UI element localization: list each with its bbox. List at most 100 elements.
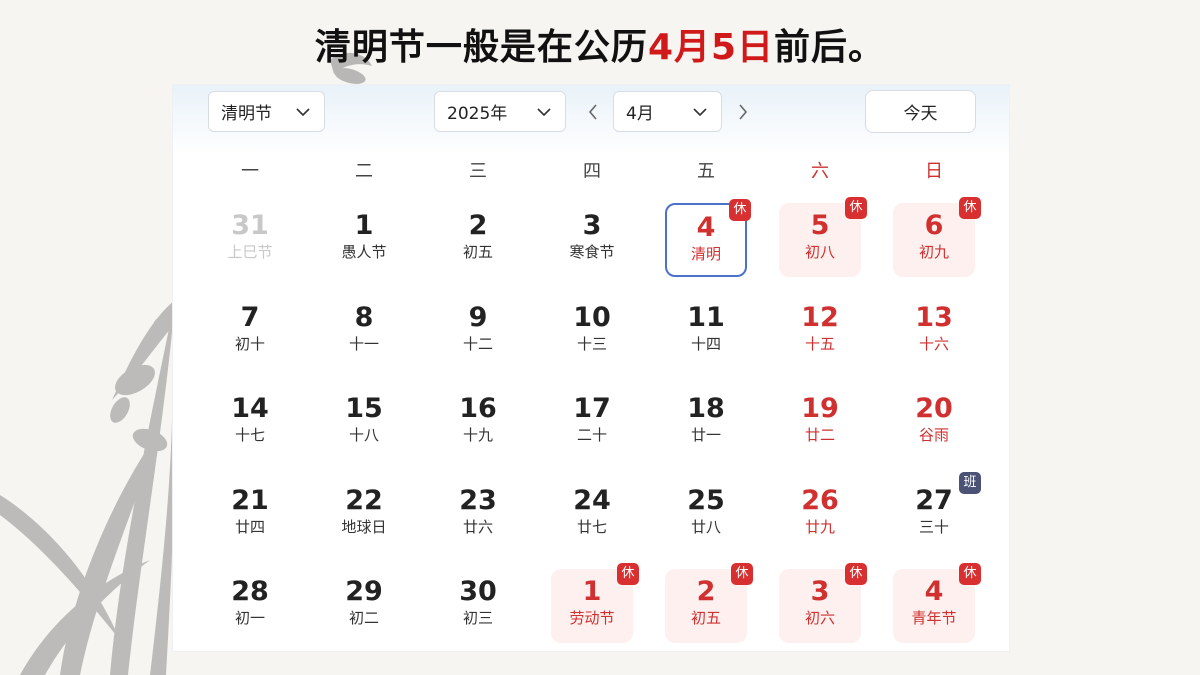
lunar-label: 地球日 xyxy=(341,518,387,536)
lunar-label: 十五 xyxy=(804,335,835,353)
calendar-day[interactable]: 17 二十 xyxy=(551,386,633,460)
calendar-day[interactable]: 4 青年节休 xyxy=(893,563,981,643)
lunar-label: 十二 xyxy=(462,335,493,353)
day-number: 20 xyxy=(915,393,953,424)
lunar-label: 十六 xyxy=(918,335,949,353)
calendar-day[interactable]: 3 初六休 xyxy=(779,563,867,643)
calendar-day[interactable]: 12 十五 xyxy=(779,295,861,369)
lunar-label: 十八 xyxy=(348,426,379,444)
lunar-label: 廿八 xyxy=(690,518,721,536)
calendar-day[interactable]: 19 廿二 xyxy=(779,386,861,460)
calendar-day[interactable]: 8 十一 xyxy=(323,295,405,369)
headline: 清明节一般是在公历4月5日前后。 xyxy=(0,18,1200,70)
lunar-label: 廿七 xyxy=(576,518,607,536)
lunar-label: 廿一 xyxy=(690,426,721,444)
calendar-day[interactable]: 6 初九休 xyxy=(893,197,981,277)
calendar-day[interactable]: 29 初二 xyxy=(323,569,405,643)
workday-badge: 班 xyxy=(959,472,981,494)
lunar-label: 清明 xyxy=(690,245,721,263)
calendar-day[interactable]: 21 廿四 xyxy=(209,478,291,552)
rest-day-badge: 休 xyxy=(729,199,751,221)
lunar-label: 初六 xyxy=(804,609,835,627)
calendar-panel: 清明节 2025年 4月 今天 一二三四五六日 31 上巳节 1 愚人节 2 初五 3 寒食节… xyxy=(172,84,1010,652)
day-number: 8 xyxy=(354,302,374,333)
day-number: 7 xyxy=(240,302,260,333)
calendar-day[interactable]: 20 谷雨 xyxy=(893,386,975,460)
calendar-day[interactable]: 10 十三 xyxy=(551,295,633,369)
calendar-day[interactable]: 26 廿九 xyxy=(779,478,861,552)
lunar-label: 初五 xyxy=(690,609,721,627)
rest-day-badge: 休 xyxy=(959,563,981,585)
lunar-label: 初五 xyxy=(462,243,493,261)
day-number: 18 xyxy=(687,393,725,424)
lunar-label: 初九 xyxy=(918,243,949,261)
lunar-label: 十九 xyxy=(462,426,493,444)
rest-day-badge: 休 xyxy=(617,563,639,585)
lunar-label: 二十 xyxy=(576,426,607,444)
calendar-day[interactable]: 28 初一 xyxy=(209,569,291,643)
calendar-day[interactable]: 23 廿六 xyxy=(437,478,519,552)
day-number: 13 xyxy=(915,302,953,333)
calendar-day[interactable]: 18 廿一 xyxy=(665,386,747,460)
day-number: 1 xyxy=(354,210,374,241)
day-number: 23 xyxy=(459,485,497,516)
lunar-label: 十四 xyxy=(690,335,721,353)
calendar-day[interactable]: 2 初五 xyxy=(437,203,519,277)
rest-day-badge: 休 xyxy=(731,563,753,585)
rest-day-badge: 休 xyxy=(959,197,981,219)
day-number: 12 xyxy=(801,302,839,333)
lunar-label: 寒食节 xyxy=(569,243,615,261)
calendar-day[interactable]: 14 十七 xyxy=(209,386,291,460)
lunar-label: 谷雨 xyxy=(918,426,949,444)
calendar-day[interactable]: 16 十九 xyxy=(437,386,519,460)
day-number: 9 xyxy=(468,302,488,333)
day-number: 19 xyxy=(801,393,839,424)
headline-date: 4月5日 xyxy=(647,27,775,68)
calendar-grid: 31 上巳节 1 愚人节 2 初五 3 寒食节 4 清明休 5 初八休 6 初九休 7 初十 8 十一 9 十二 10 十… xyxy=(173,85,1011,653)
lunar-label: 廿二 xyxy=(804,426,835,444)
calendar-day[interactable]: 24 廿七 xyxy=(551,478,633,552)
day-number: 2 xyxy=(468,210,488,241)
calendar-day[interactable]: 31 上巳节 xyxy=(209,203,291,277)
lunar-label: 廿九 xyxy=(804,518,835,536)
calendar-day[interactable]: 22 地球日 xyxy=(323,478,405,552)
day-number: 3 xyxy=(582,210,602,241)
calendar-day[interactable]: 15 十八 xyxy=(323,386,405,460)
lunar-label: 初八 xyxy=(804,243,835,261)
calendar-day[interactable]: 5 初八休 xyxy=(779,197,867,277)
calendar-day[interactable]: 3 寒食节 xyxy=(551,203,633,277)
calendar-day[interactable]: 7 初十 xyxy=(209,295,291,369)
calendar-day[interactable]: 1 愚人节 xyxy=(323,203,405,277)
lunar-label: 廿四 xyxy=(234,518,265,536)
lunar-label: 初三 xyxy=(462,609,493,627)
lunar-label: 十三 xyxy=(576,335,607,353)
day-number: 30 xyxy=(459,576,497,607)
calendar-day[interactable]: 25 廿八 xyxy=(665,478,747,552)
day-number: 17 xyxy=(573,393,611,424)
day-number: 25 xyxy=(687,485,725,516)
lunar-label: 初十 xyxy=(234,335,265,353)
day-number: 11 xyxy=(687,302,725,333)
lunar-label: 初二 xyxy=(348,609,379,627)
lunar-label: 十一 xyxy=(348,335,379,353)
day-number: 26 xyxy=(801,485,839,516)
calendar-day[interactable]: 1 劳动节休 xyxy=(551,563,639,643)
rest-day-badge: 休 xyxy=(845,563,867,585)
lunar-label: 廿六 xyxy=(462,518,493,536)
lunar-label: 三十 xyxy=(918,518,949,536)
day-number: 16 xyxy=(459,393,497,424)
calendar-day[interactable]: 9 十二 xyxy=(437,295,519,369)
day-number: 21 xyxy=(231,485,269,516)
calendar-day[interactable]: 4 清明休 xyxy=(665,199,751,277)
day-number: 24 xyxy=(573,485,611,516)
calendar-day[interactable]: 2 初五休 xyxy=(665,563,753,643)
headline-suffix: 前后。 xyxy=(774,27,886,68)
lunar-label: 劳动节 xyxy=(569,609,615,627)
day-number: 29 xyxy=(345,576,383,607)
calendar-day[interactable]: 30 初三 xyxy=(437,569,519,643)
calendar-day[interactable]: 13 十六 xyxy=(893,295,975,369)
day-number: 31 xyxy=(231,210,269,241)
calendar-day[interactable]: 11 十四 xyxy=(665,295,747,369)
day-number: 15 xyxy=(345,393,383,424)
calendar-day[interactable]: 27 三十班 xyxy=(893,472,981,552)
